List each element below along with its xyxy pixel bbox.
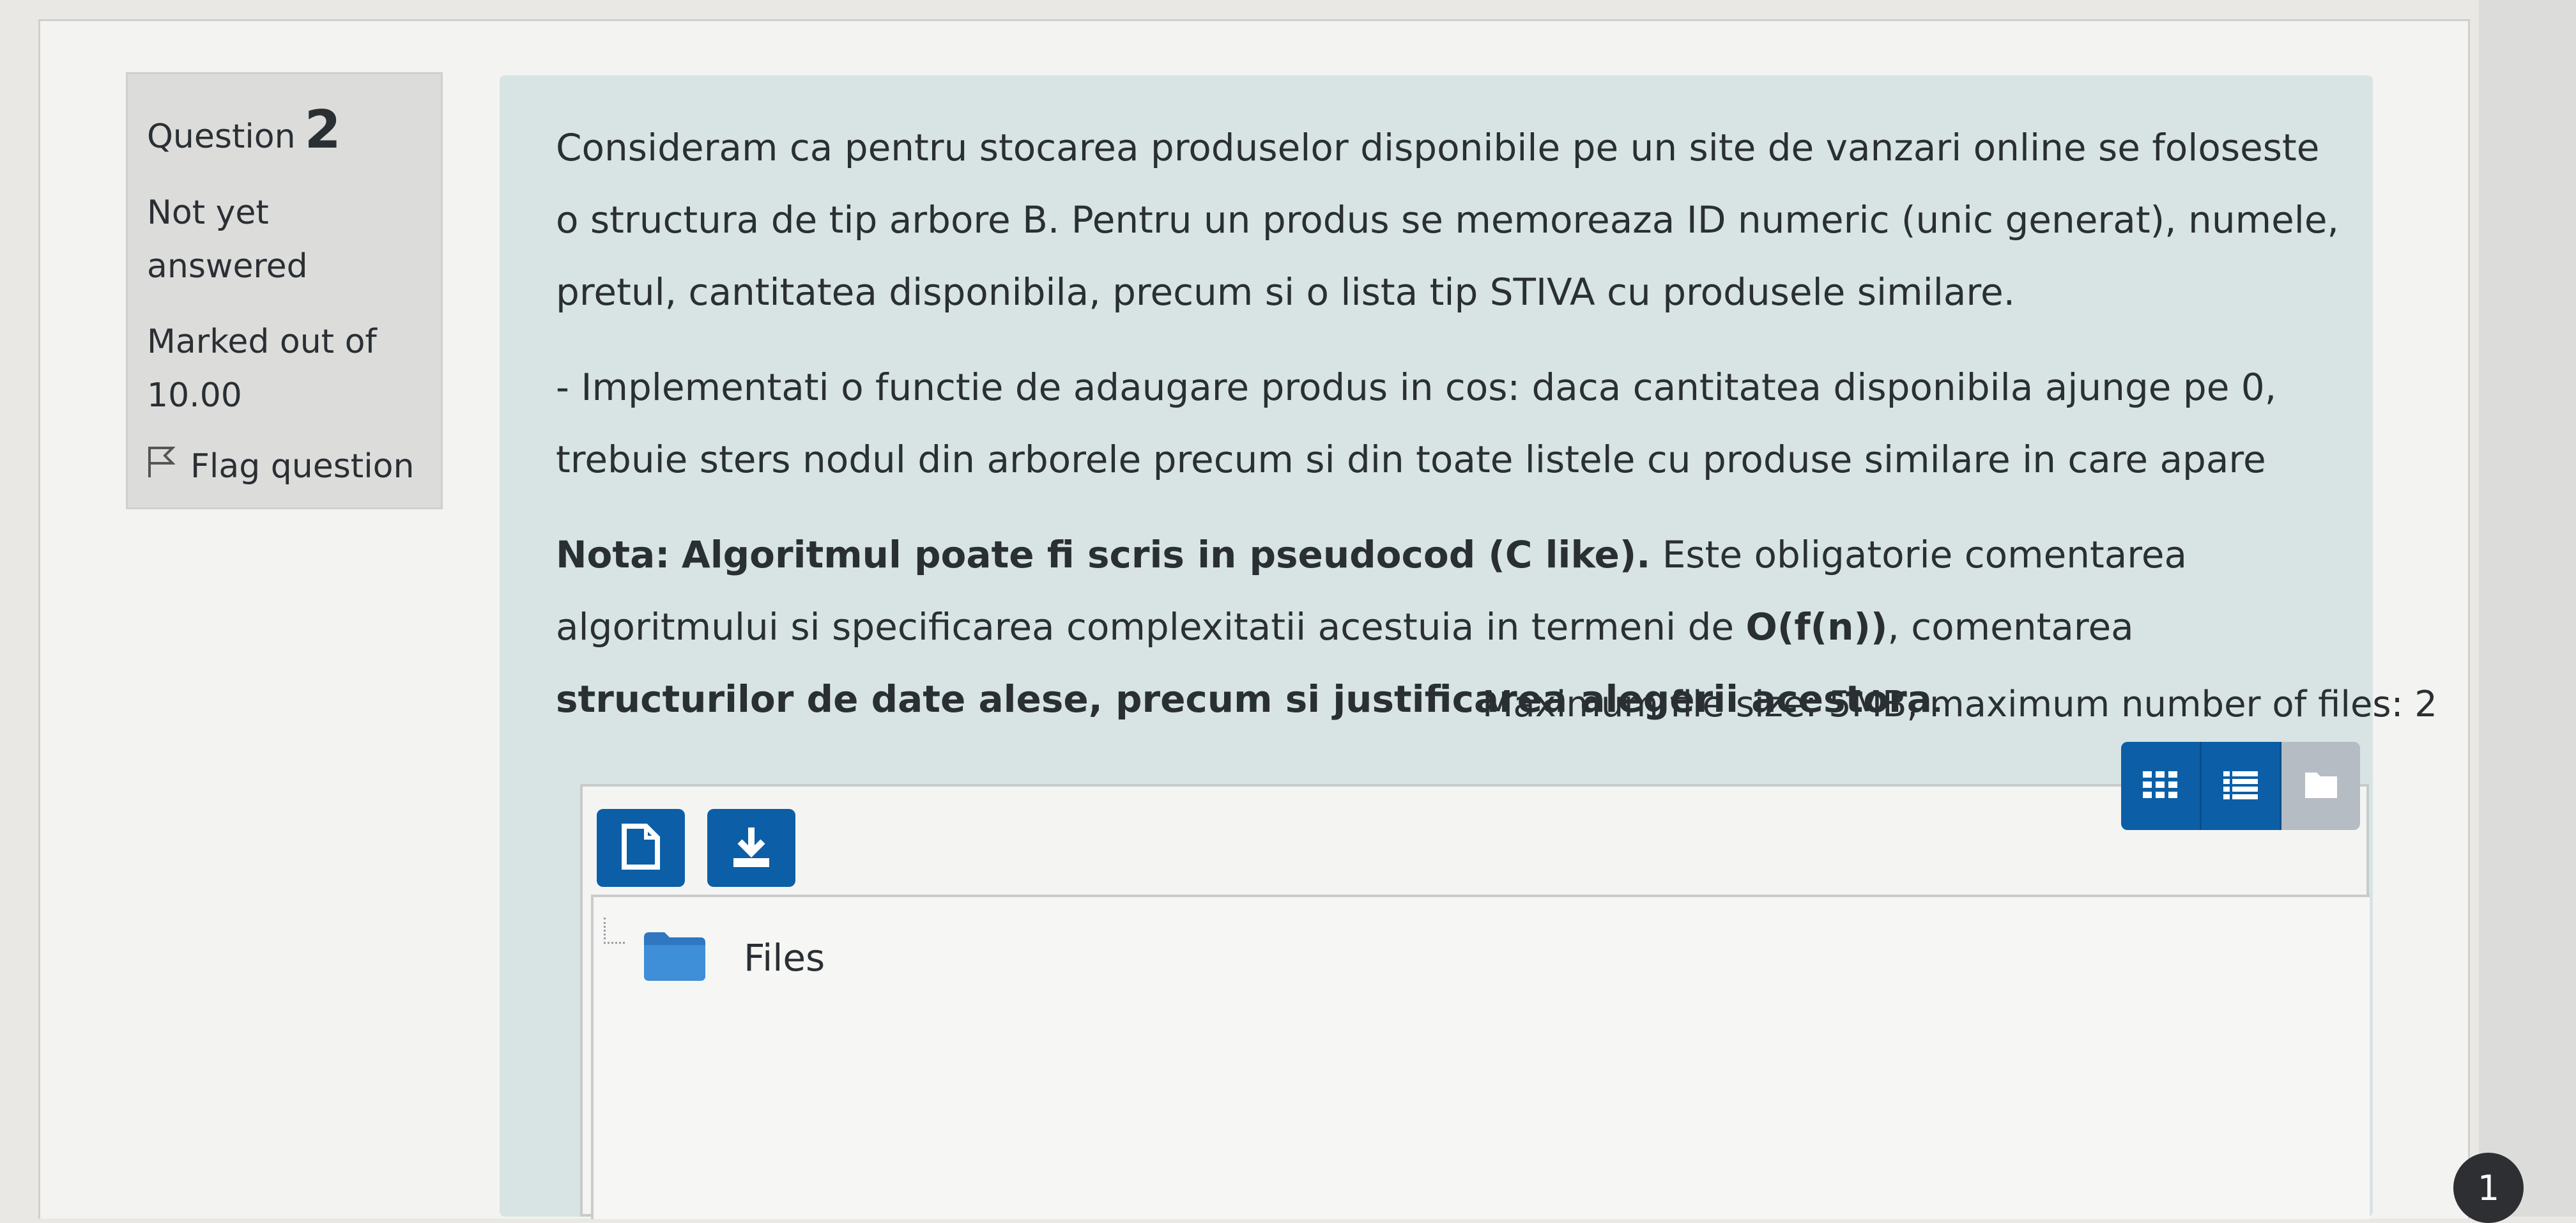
tree-connector [604, 918, 625, 944]
question-info-panel: Question 2 Not yet answered Marked out of… [126, 72, 443, 509]
question-paragraph-2: - Implementati o functie de adaugare pro… [556, 365, 2277, 481]
grid-view-button[interactable] [2121, 742, 2202, 830]
files-folder[interactable]: Files [641, 930, 825, 986]
notification-badge[interactable]: 1 [2453, 1153, 2524, 1223]
question-paragraph-1: Consideram ca pentru stocarea produselor… [556, 126, 2339, 314]
folder-icon [641, 930, 708, 986]
nota-bold-2: O(f(n)) [1745, 605, 1888, 649]
flag-question-label: Flag question [190, 447, 415, 486]
file-icon [620, 824, 661, 872]
tree-view-button[interactable] [2281, 742, 2360, 830]
list-view-button[interactable] [2201, 742, 2282, 830]
nota-bold-1: Algoritmul poate fi scris in pseudocod (… [681, 533, 1651, 576]
question-marks: Marked out of 10.00 [147, 323, 377, 415]
file-drop-area[interactable] [591, 895, 2370, 1219]
question-label: Question [147, 118, 296, 156]
download-icon [731, 824, 772, 872]
question-heading: Question 2 [147, 100, 422, 160]
flag-question-link[interactable]: Flag question [147, 445, 422, 487]
download-all-button[interactable] [707, 809, 795, 887]
add-file-button[interactable] [597, 809, 685, 887]
question-number: 2 [304, 100, 341, 160]
nota-text-2: , comentarea [1887, 605, 2134, 649]
list-view-icon [2222, 769, 2259, 803]
view-switcher [2121, 742, 2360, 830]
nota-label: Nota: [556, 533, 670, 576]
flag-icon [147, 445, 176, 487]
folder-label: Files [744, 936, 825, 980]
question-status: Not yet answered [147, 194, 308, 286]
monitor-bezel [2479, 0, 2576, 1217]
grid-view-icon [2142, 769, 2179, 803]
question-text: Consideram ca pentru stocarea produselor… [556, 112, 2345, 758]
file-limits-text: Maximum file size: 5MB, maximum number o… [1482, 684, 2437, 725]
folder-view-icon [2303, 769, 2340, 803]
